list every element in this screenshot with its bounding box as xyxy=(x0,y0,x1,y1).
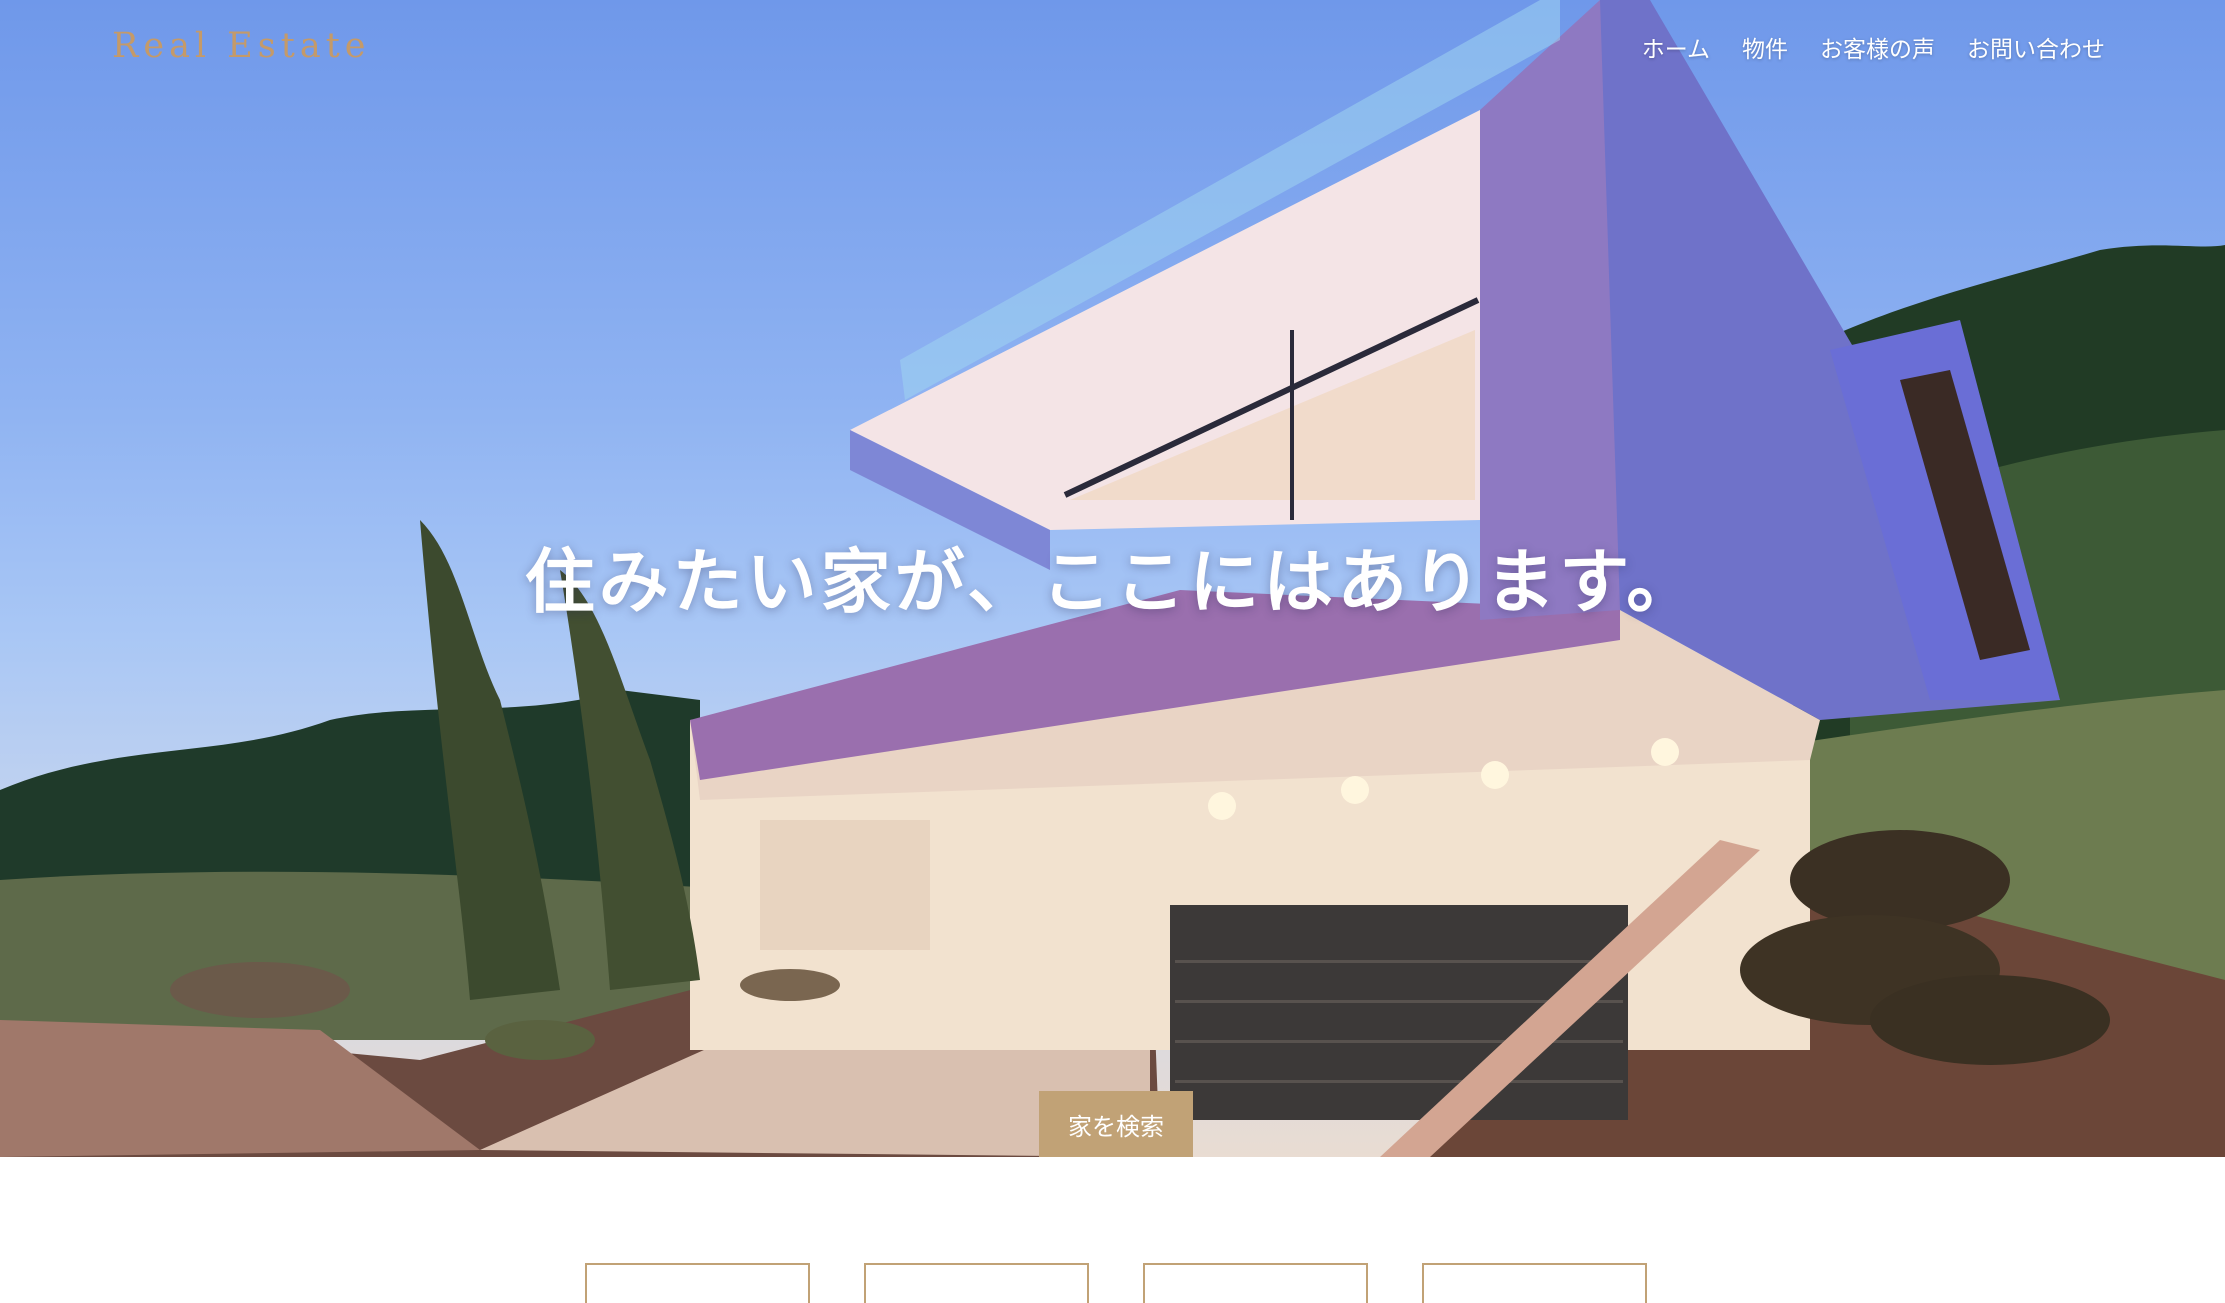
nav-link-contact[interactable]: お問い合わせ xyxy=(1967,30,2105,64)
hero-section: Real Estate ホーム 物件 お客様の声 お問い合わせ 住みたい家が、こ… xyxy=(0,0,2225,1157)
hero-headline: 住みたい家が、ここにはあります。 xyxy=(524,540,1701,623)
card-row xyxy=(585,1263,1647,1303)
category-card[interactable] xyxy=(1143,1263,1368,1303)
site-logo[interactable]: Real Estate xyxy=(112,26,370,66)
nav-link-properties[interactable]: 物件 xyxy=(1742,30,1788,64)
category-card[interactable] xyxy=(1422,1263,1647,1303)
category-card[interactable] xyxy=(864,1263,1089,1303)
nav-link-home[interactable]: ホーム xyxy=(1642,30,1710,64)
main-nav: ホーム 物件 お客様の声 お問い合わせ xyxy=(1642,30,2105,64)
search-homes-button[interactable]: 家を検索 xyxy=(1039,1091,1193,1157)
category-card[interactable] xyxy=(585,1263,810,1303)
nav-link-testimonials[interactable]: お客様の声 xyxy=(1820,30,1935,64)
